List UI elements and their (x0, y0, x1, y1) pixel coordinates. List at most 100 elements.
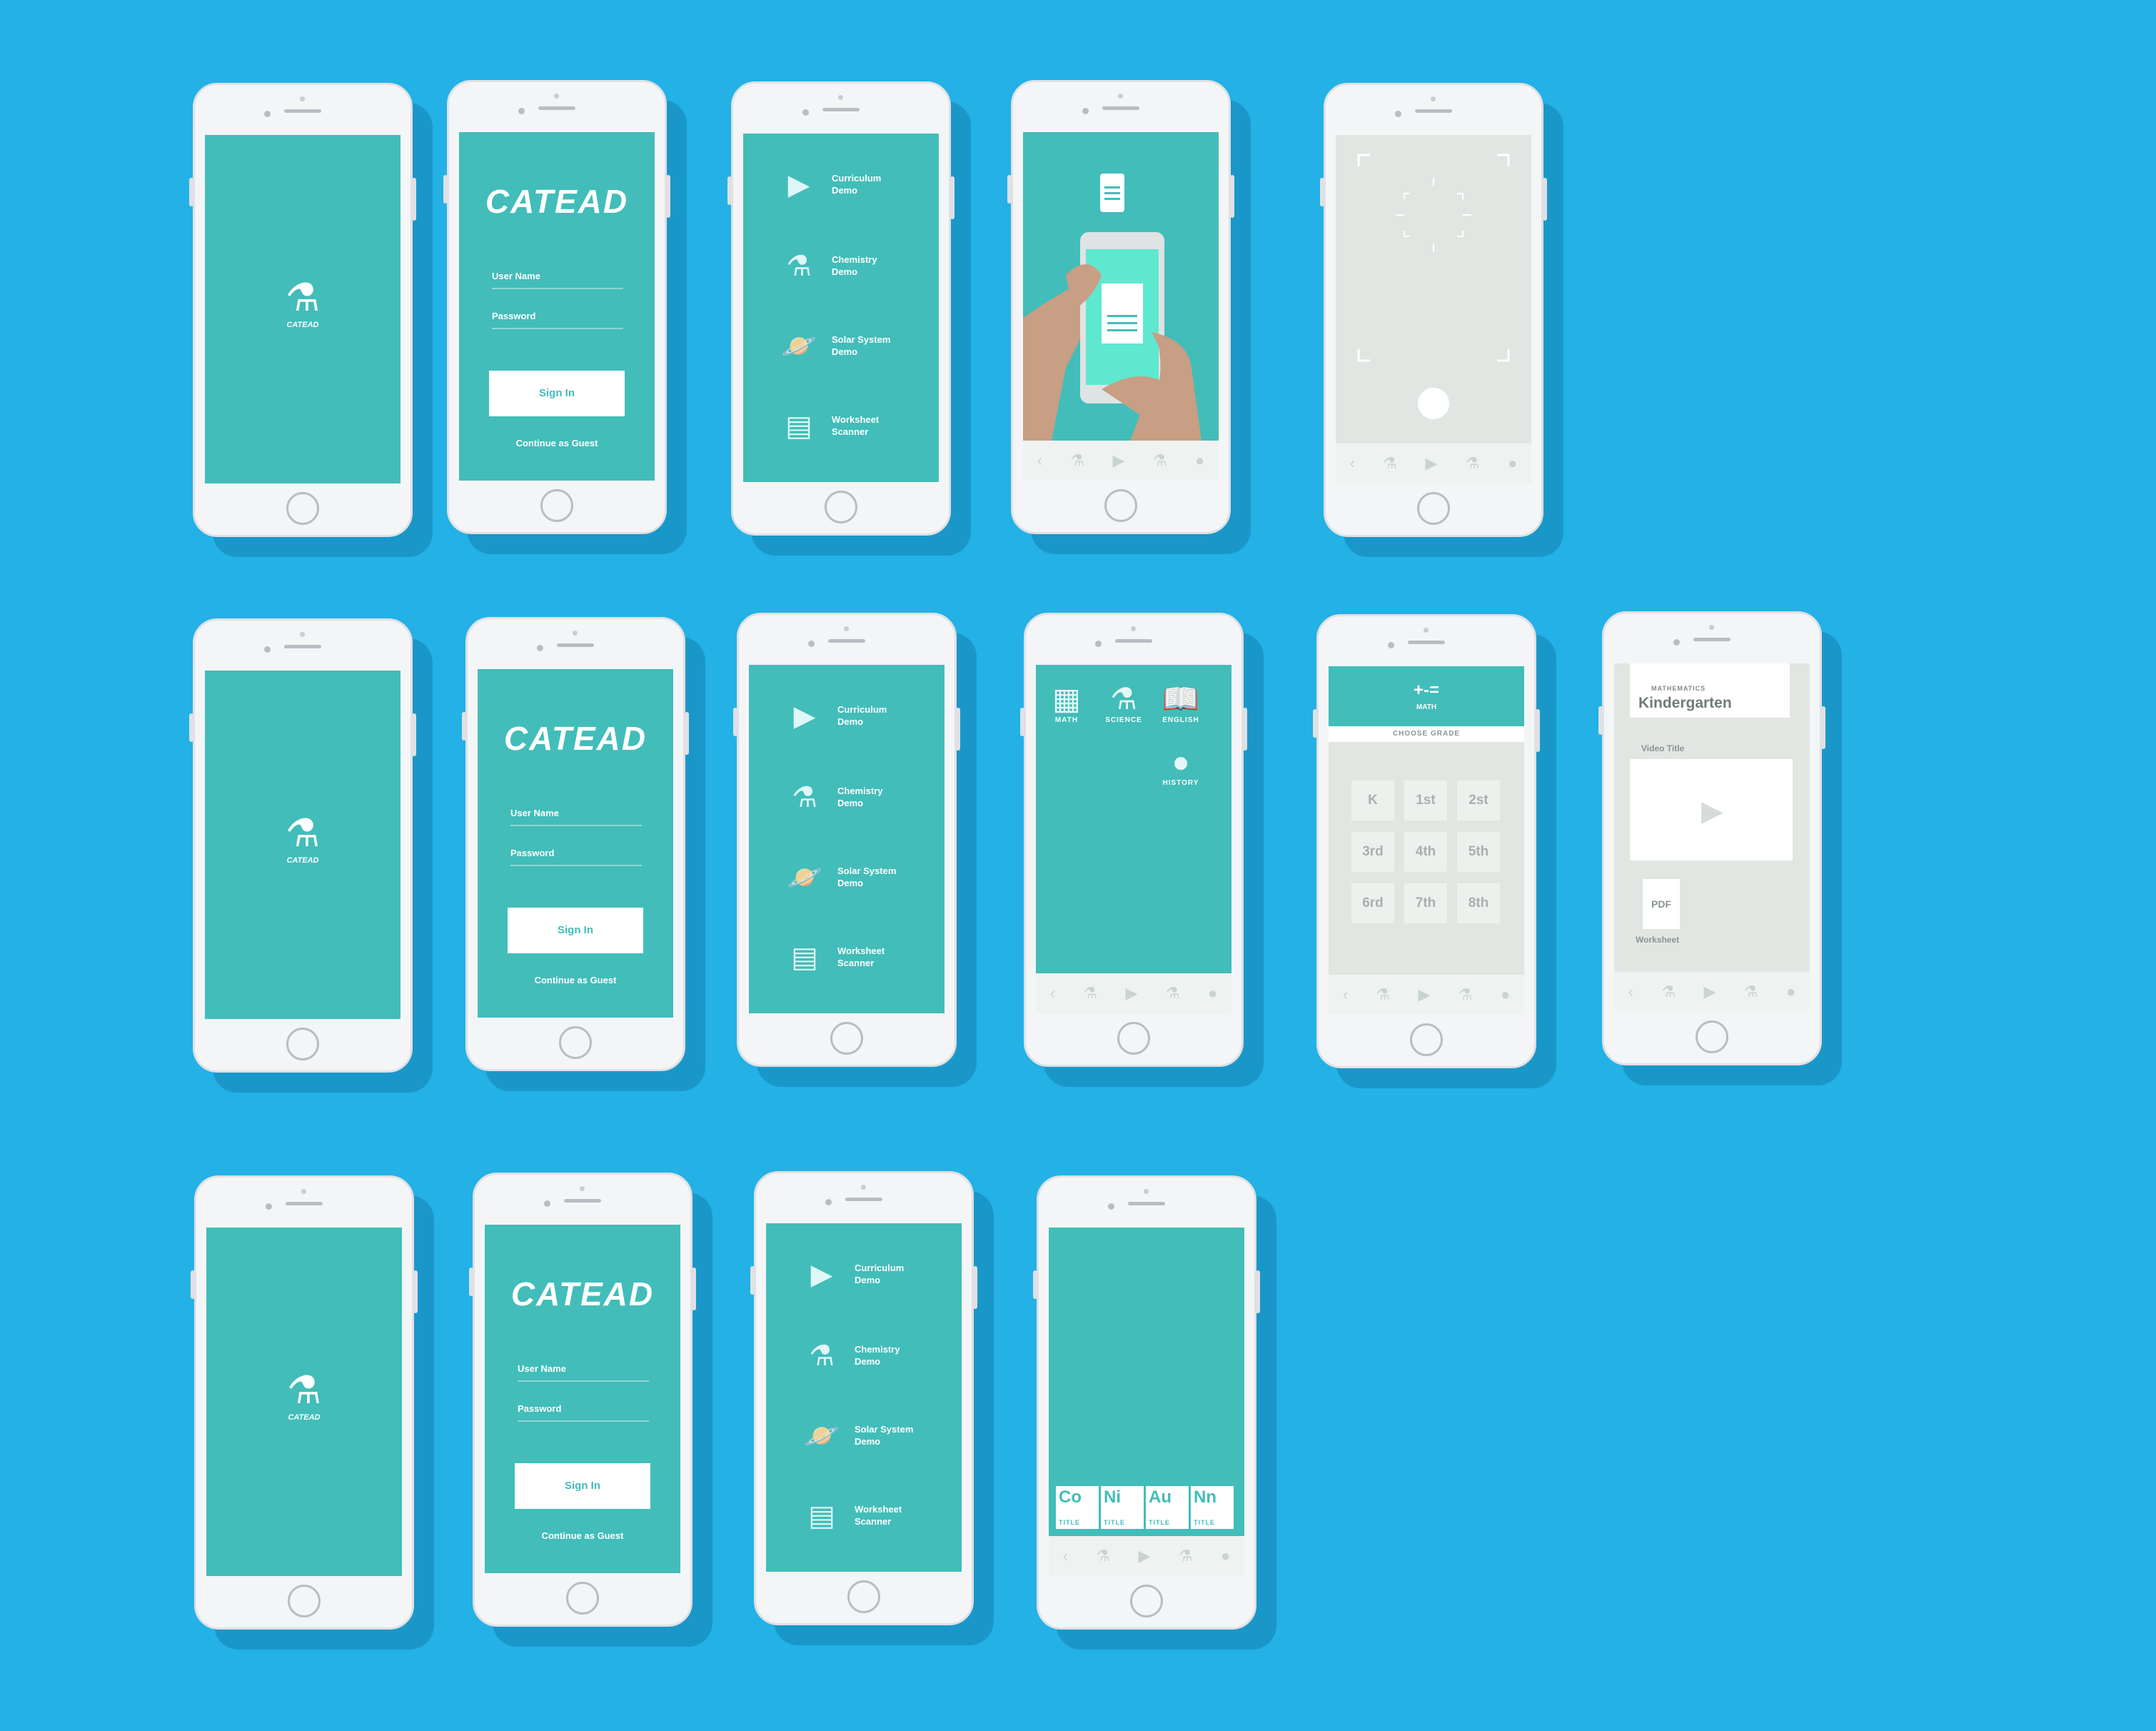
password-field[interactable] (518, 1420, 649, 1422)
volume-button (462, 712, 466, 741)
worksheet-scanner-item[interactable]: ▤ Worksheet Scanner (779, 403, 929, 453)
worksheet-scanner-item[interactable]: ▤ Worksheet Scanner (802, 1493, 952, 1543)
continue-as-guest-link[interactable]: Continue as Guest (459, 438, 655, 448)
back-icon[interactable]: ‹ (1050, 984, 1055, 1003)
chemistry-icon[interactable]: ⚗ (1459, 985, 1473, 1004)
home-button[interactable] (1696, 1020, 1728, 1053)
home-button[interactable] (1104, 489, 1137, 522)
video-player[interactable]: ▶ (1630, 759, 1793, 861)
pdf-worksheet-button[interactable]: PDF (1643, 879, 1680, 929)
password-field[interactable] (510, 865, 642, 866)
home-button[interactable] (566, 1582, 599, 1615)
username-field[interactable] (510, 825, 642, 826)
home-button[interactable] (286, 492, 319, 525)
home-button[interactable] (286, 1028, 319, 1060)
password-field[interactable] (492, 328, 623, 329)
video-play-icon: ▶ (787, 169, 810, 201)
username-field[interactable] (492, 288, 623, 289)
back-icon[interactable]: ‹ (1350, 454, 1355, 473)
planet-icon[interactable]: ● (1208, 984, 1217, 1003)
lesson-screen: MATHEMATICS Kindergarten Video Title ▶ P… (1614, 663, 1810, 1012)
home-button[interactable] (540, 489, 573, 522)
grade-button[interactable]: 4th (1404, 832, 1447, 872)
history-subject[interactable]: ● HISTORY (1156, 745, 1206, 787)
planet-icon[interactable]: ● (1786, 983, 1795, 1001)
chemistry-icon[interactable]: ⚗ (1179, 1547, 1193, 1565)
element-tile[interactable]: Ni TITLE (1101, 1486, 1144, 1529)
continue-as-guest-link[interactable]: Continue as Guest (478, 975, 673, 985)
curriculum-demo-item[interactable]: ▶ Curriculum Demo (802, 1252, 952, 1302)
back-icon[interactable]: ‹ (1037, 451, 1042, 470)
camera (264, 646, 271, 653)
chemistry-demo-item[interactable]: ⚗ Chemistry Demo (802, 1333, 952, 1383)
video-icon[interactable]: ▶ (1426, 454, 1438, 473)
username-field[interactable] (518, 1380, 649, 1382)
grade-button[interactable]: 6rd (1351, 883, 1394, 923)
flask-icon[interactable]: ⚗ (1083, 984, 1097, 1003)
play-icon[interactable]: ▶ (1701, 795, 1723, 828)
phone-scan-tutorial: ‹ ⚗ ▶ ⚗ ● (1007, 80, 1234, 534)
shutter-button[interactable] (1418, 388, 1449, 419)
home-button[interactable] (1130, 1585, 1163, 1617)
solar-system-demo-item[interactable]: 🪐 Solar System Demo (785, 855, 935, 905)
continue-as-guest-link[interactable]: Continue as Guest (485, 1530, 680, 1541)
home-button[interactable] (1117, 1022, 1150, 1055)
solar-system-demo-item[interactable]: 🪐 Solar System Demo (802, 1413, 952, 1463)
home-button[interactable] (847, 1580, 880, 1613)
flask-icon[interactable]: ⚗ (1376, 985, 1390, 1004)
video-icon[interactable]: ▶ (1113, 451, 1125, 470)
science-subject[interactable]: ⚗ SCIENCE (1099, 682, 1149, 724)
home-button[interactable] (1417, 492, 1450, 525)
element-tile[interactable]: Co TITLE (1056, 1486, 1099, 1529)
phone-dot (300, 96, 305, 101)
english-subject[interactable]: 📖 ENGLISH (1156, 682, 1206, 724)
home-button[interactable] (288, 1585, 321, 1617)
grade-button[interactable]: K (1351, 781, 1394, 821)
grade-button[interactable]: 8th (1457, 883, 1500, 923)
home-button[interactable] (825, 491, 857, 523)
video-icon[interactable]: ▶ (1126, 984, 1138, 1003)
planet-icon[interactable]: ● (1221, 1547, 1230, 1565)
video-icon[interactable]: ▶ (1704, 983, 1716, 1001)
solar-system-demo-item[interactable]: 🪐 Solar System Demo (779, 323, 929, 373)
chemistry-icon[interactable]: ⚗ (1466, 454, 1480, 473)
grade-button[interactable]: 7th (1404, 883, 1447, 923)
back-icon[interactable]: ‹ (1343, 985, 1348, 1004)
chemistry-icon[interactable]: ⚗ (1153, 451, 1167, 470)
math-subject[interactable]: ▦ MATH (1042, 682, 1092, 724)
flask-icon: ⚗ (285, 276, 321, 319)
chemistry-demo-item[interactable]: ⚗ Chemistry Demo (779, 244, 929, 293)
curriculum-demo-item[interactable]: ▶ Curriculum Demo (779, 162, 929, 212)
sign-in-button[interactable]: Sign In (515, 1463, 650, 1509)
grade-button[interactable]: 5th (1457, 832, 1500, 872)
grade-button[interactable]: 3rd (1351, 832, 1394, 872)
home-button[interactable] (1410, 1023, 1443, 1056)
planet-icon[interactable]: ● (1508, 454, 1517, 473)
video-icon[interactable]: ▶ (1139, 1547, 1151, 1565)
flask-icon[interactable]: ⚗ (1096, 1547, 1110, 1565)
phone-dot (1118, 94, 1123, 99)
chemistry-demo-item[interactable]: ⚗ Chemistry Demo (785, 775, 935, 825)
grade-button[interactable]: 1st (1404, 781, 1447, 821)
grade-button[interactable]: 2st (1457, 781, 1500, 821)
flask-icon[interactable]: ⚗ (1661, 983, 1676, 1001)
chemistry-icon[interactable]: ⚗ (1166, 984, 1180, 1003)
calculator-icon: ▦ (1052, 682, 1081, 716)
flask-icon[interactable]: ⚗ (1383, 454, 1397, 473)
curriculum-demo-item[interactable]: ▶ Curriculum Demo (785, 693, 935, 743)
back-icon[interactable]: ‹ (1063, 1547, 1068, 1565)
element-tile[interactable]: Au TITLE (1146, 1486, 1189, 1529)
sign-in-button[interactable]: Sign In (508, 908, 643, 953)
planet-icon[interactable]: ● (1195, 451, 1204, 470)
chemistry-icon[interactable]: ⚗ (1744, 983, 1758, 1001)
sign-in-button[interactable]: Sign In (489, 371, 625, 416)
home-button[interactable] (830, 1022, 863, 1055)
flask-icon[interactable]: ⚗ (1070, 451, 1084, 470)
planet-icon[interactable]: ● (1501, 985, 1510, 1004)
home-button[interactable] (559, 1026, 592, 1059)
element-tile[interactable]: Nn TITLE (1191, 1486, 1234, 1529)
back-icon[interactable]: ‹ (1628, 983, 1633, 1001)
worksheet-scanner-item[interactable]: ▤ Worksheet Scanner (785, 935, 935, 985)
video-icon[interactable]: ▶ (1419, 985, 1431, 1004)
element-title: TITLE (1149, 1519, 1170, 1526)
